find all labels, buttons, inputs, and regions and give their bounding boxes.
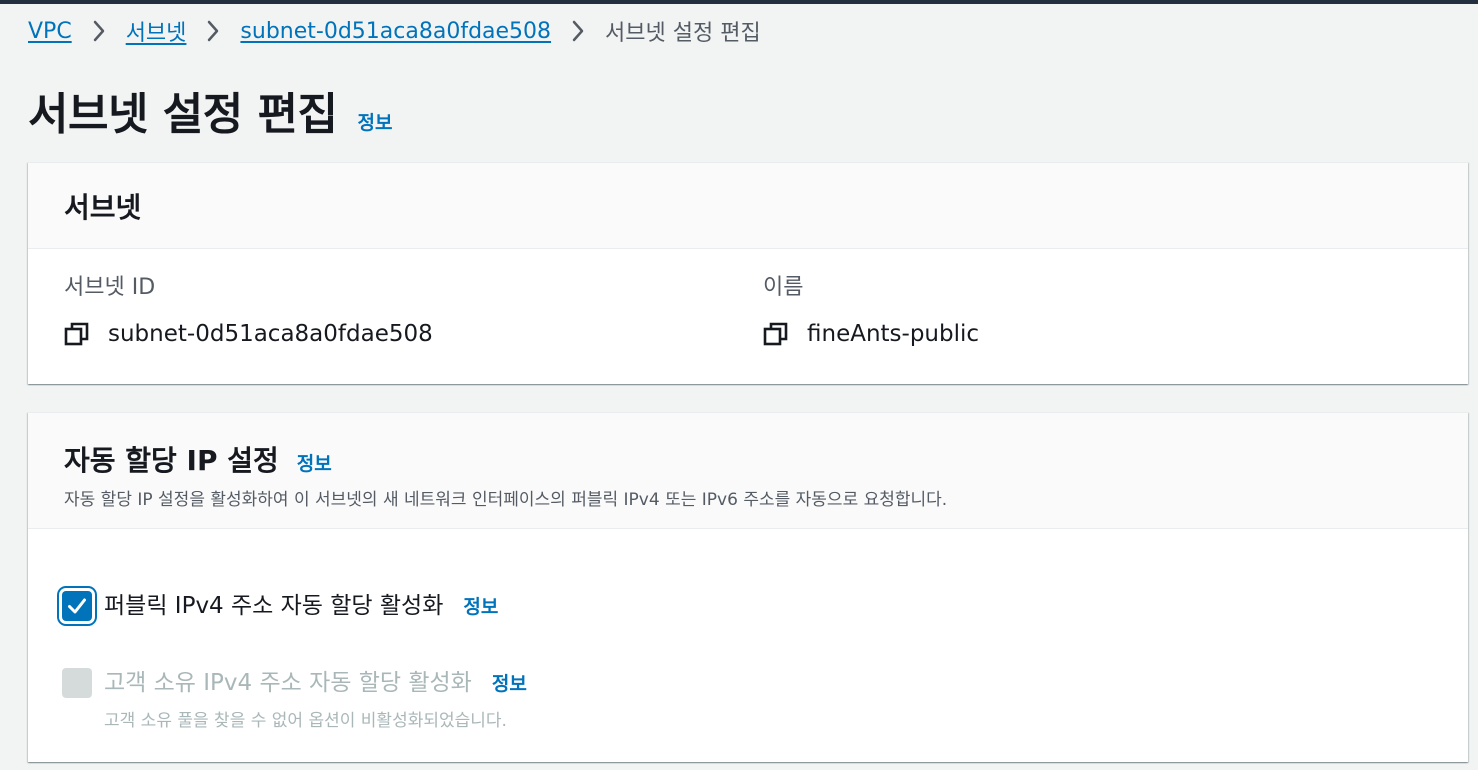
page-title: 서브넷 설정 편집 (28, 89, 338, 140)
subnet-name-label: 이름 (763, 275, 804, 300)
subnet-panel-title: 서브넷 (64, 190, 142, 224)
breadcrumb-subnets-link[interactable]: 서브넷 (126, 15, 187, 47)
checkmark-icon (68, 598, 86, 614)
breadcrumb: VPC 서브넷 subnet-0d51aca8a0fdae508 서브넷 설정 … (28, 14, 761, 48)
public-ipv4-label[interactable]: 퍼블릭 IPv4 주소 자동 할당 활성화 (104, 591, 443, 621)
subnet-panel-header: 서브넷 (28, 163, 1468, 249)
subnet-details: 서브넷 ID subnet-0d51aca8a0fdae508 이름 fineA… (28, 249, 1468, 384)
subnet-id-value: subnet-0d51aca8a0fdae508 (108, 321, 433, 347)
auto-assign-ip-title: 자동 할당 IP 설정 (64, 444, 279, 477)
subnet-id-label: 서브넷 ID (64, 275, 156, 300)
public-ipv4-checkbox[interactable] (62, 591, 92, 621)
auto-assign-ip-info-link[interactable]: 정보 (297, 449, 332, 476)
subnet-name-field: 이름 fineAnts-public (763, 275, 979, 347)
auto-assign-ip-description: 자동 할당 IP 설정을 활성화하여 이 서브넷의 새 네트워크 인터페이스의 … (64, 490, 948, 510)
chevron-right-icon (72, 14, 126, 48)
copy-icon[interactable] (64, 321, 90, 347)
subnet-id-value-row: subnet-0d51aca8a0fdae508 (64, 321, 433, 347)
subnet-name-value-row: fineAnts-public (763, 321, 979, 347)
chevron-right-icon (551, 14, 605, 48)
customer-owned-ipv4-info-link[interactable]: 정보 (492, 669, 527, 696)
page-info-link[interactable]: 정보 (358, 108, 393, 135)
subnet-panel: 서브넷 서브넷 ID subnet-0d51aca8a0fdae508 이름 f… (28, 162, 1468, 384)
subnet-name-value: fineAnts-public (807, 321, 980, 347)
public-ipv4-option: 퍼블릭 IPv4 주소 자동 할당 활성화 정보 (62, 591, 498, 621)
copy-icon[interactable] (763, 321, 789, 347)
breadcrumb-current: 서브넷 설정 편집 (605, 21, 761, 46)
public-ipv4-info-link[interactable]: 정보 (463, 592, 498, 619)
subnet-id-field: 서브넷 ID subnet-0d51aca8a0fdae508 (64, 275, 433, 347)
customer-owned-ipv4-hint: 고객 소유 풀을 찾을 수 없어 옵션이 비활성화되었습니다. (104, 711, 507, 731)
auto-assign-ip-panel: 자동 할당 IP 설정 정보 자동 할당 IP 설정을 활성화하여 이 서브넷의… (28, 412, 1468, 762)
console-top-bar (0, 0, 1478, 4)
auto-assign-ip-header: 자동 할당 IP 설정 정보 자동 할당 IP 설정을 활성화하여 이 서브넷의… (28, 413, 1468, 529)
chevron-right-icon (186, 14, 240, 48)
customer-owned-ipv4-option: 고객 소유 IPv4 주소 자동 할당 활성화 정보 고객 소유 풀을 찾을 수… (62, 668, 527, 731)
page-header: 서브넷 설정 편집 정보 (28, 78, 392, 142)
breadcrumb-vpc-link[interactable]: VPC (28, 19, 72, 44)
breadcrumb-subnet-id-link[interactable]: subnet-0d51aca8a0fdae508 (240, 19, 551, 44)
customer-owned-ipv4-label: 고객 소유 IPv4 주소 자동 할당 활성화 (104, 670, 472, 696)
customer-owned-ipv4-checkbox (62, 668, 92, 698)
